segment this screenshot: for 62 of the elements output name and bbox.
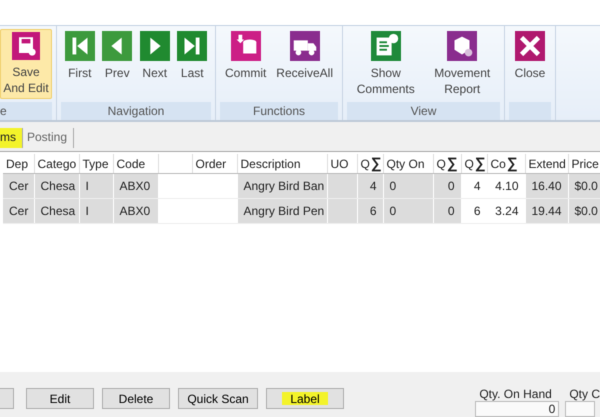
ribbon-button[interactable]: Next <box>138 29 172 99</box>
table-cell: 16.40 <box>525 174 568 198</box>
table-cell: 6 <box>461 198 487 224</box>
table-cell: Chesa <box>34 174 79 198</box>
ribbon-button[interactable]: Movement Report <box>432 29 492 99</box>
button[interactable] <box>0 388 14 409</box>
ribbon-button[interactable]: Show Comments <box>354 29 417 99</box>
ribbon-button[interactable]: Prev <box>100 29 134 99</box>
table-cell: Cer <box>3 174 34 198</box>
ribbon-button[interactable]: Close <box>512 29 548 99</box>
truck-icon <box>290 31 320 61</box>
action-button[interactable]: Delete <box>102 388 170 409</box>
group-label: Functions <box>220 102 338 120</box>
save-icon <box>11 32 41 60</box>
action-button[interactable]: Edit <box>26 388 94 409</box>
table-cell: Chesa <box>34 198 79 224</box>
group-label: View <box>347 102 500 120</box>
table-cell: 19.44 <box>525 198 568 224</box>
table-cell: 0 <box>433 198 461 224</box>
tab[interactable]: Posting <box>23 128 74 148</box>
table-cell: 4.10 <box>487 174 525 198</box>
table-cell: ABX0 <box>113 174 158 198</box>
table-cell: 4 <box>357 174 383 198</box>
close-icon <box>515 31 545 61</box>
table-cell: ABX0 <box>113 198 158 224</box>
ribbon-button[interactable]: First <box>62 29 97 99</box>
table-cell: 6 <box>357 198 383 224</box>
table-cell: 0 <box>383 198 433 224</box>
next-icon <box>140 31 170 61</box>
last-icon <box>177 31 208 61</box>
action-button[interactable]: Label <box>266 388 344 409</box>
group-label <box>509 102 551 120</box>
field-label: Qty C <box>568 387 600 401</box>
table-cell: 3.24 <box>487 198 525 224</box>
input-field[interactable]: 0 <box>475 401 560 417</box>
table-cell: $0.0 <box>568 174 600 198</box>
ribbon-button[interactable]: Last <box>175 29 210 99</box>
table-cell: $0.0 <box>568 198 600 224</box>
ribbon-button[interactable]: Commit <box>222 29 268 99</box>
action-button[interactable]: Quick Scan <box>178 388 258 409</box>
table-cell: Angry Bird Ban <box>237 174 327 198</box>
column-header[interactable]: Co∑ <box>487 154 525 174</box>
input-field[interactable] <box>565 401 596 417</box>
table-cell: 4 <box>461 174 487 198</box>
group-label: e <box>0 102 52 120</box>
table-cell: 0 <box>383 174 433 198</box>
table-cell: I <box>79 198 113 224</box>
ribbon-button[interactable]: ReceiveAll <box>274 29 335 99</box>
table-cell: I <box>79 174 113 198</box>
table-cell: Angry Bird Pen <box>237 198 327 224</box>
first-icon <box>64 31 95 61</box>
prev-icon <box>102 31 132 61</box>
ribbon-button[interactable]: Save And Edit <box>0 29 52 99</box>
tab[interactable]: ms <box>0 128 23 148</box>
group-label: Navigation <box>61 102 211 120</box>
column-header[interactable]: Order <box>192 154 237 174</box>
table-cell: Cer <box>3 198 34 224</box>
box-icon <box>447 31 478 61</box>
column-header[interactable]: Q∑ <box>461 154 487 174</box>
comments-icon <box>370 31 401 61</box>
table-cell: 0 <box>433 174 461 198</box>
field-label: Qty. On Hand <box>478 387 553 401</box>
